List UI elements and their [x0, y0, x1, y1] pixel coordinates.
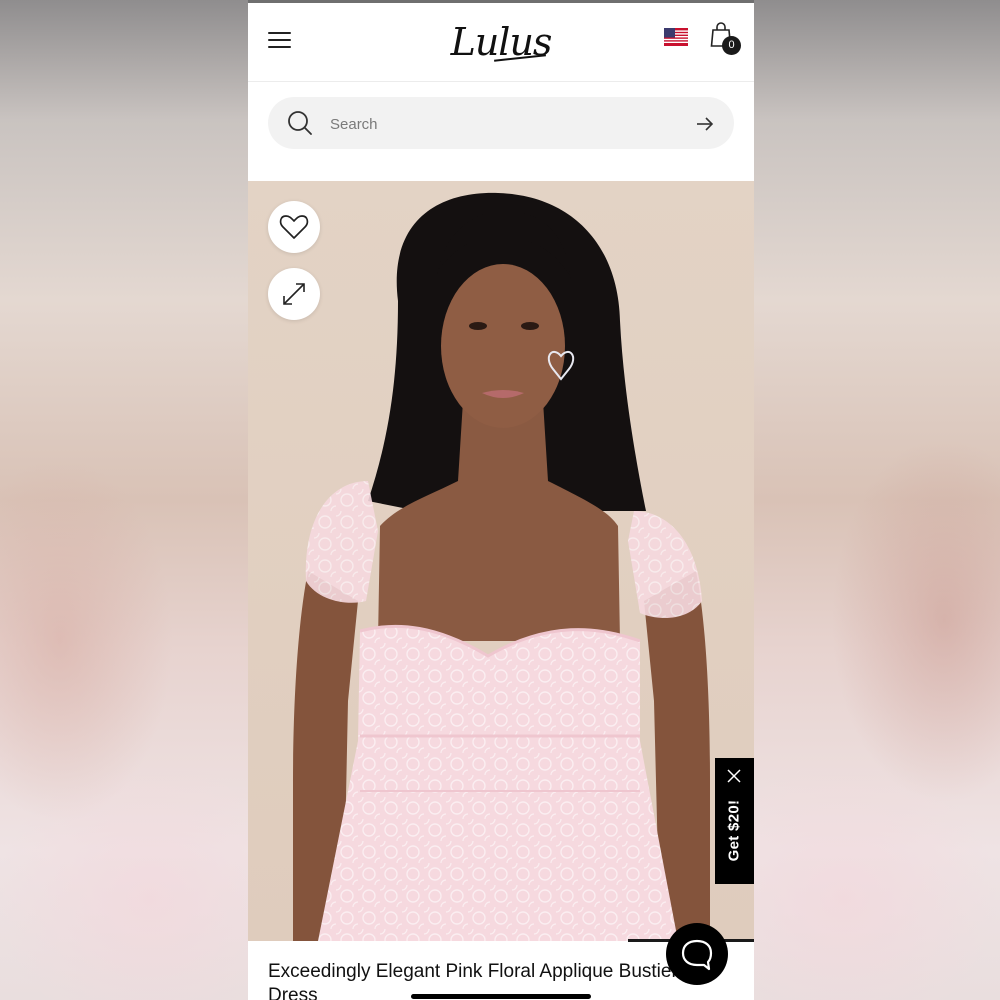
model-photo [293, 192, 710, 941]
site-header: Lulus 0 [248, 3, 754, 82]
search-bar [268, 97, 734, 149]
get-20-promo-tab[interactable]: Get $20! [715, 758, 754, 884]
arrow-right-icon[interactable] [694, 113, 716, 135]
product-image[interactable]: Get $20! [248, 181, 754, 941]
promo-label: Get $20! [725, 799, 743, 862]
home-indicator [411, 994, 591, 999]
shopping-bag-button[interactable]: 0 [708, 21, 742, 57]
expand-image-button[interactable] [268, 268, 320, 320]
us-flag-icon[interactable] [664, 28, 688, 46]
hamburger-menu-icon[interactable] [268, 30, 292, 50]
heart-icon [279, 215, 309, 239]
blurred-background-right [754, 0, 1000, 1000]
phone-screen: Lulus 0 Search Get $20! Exceedingly Eleg… [248, 0, 754, 1000]
cart-count-badge: 0 [722, 36, 741, 55]
chat-bubble-icon [681, 939, 713, 971]
search-icon [288, 111, 312, 135]
wishlist-button[interactable] [268, 201, 320, 253]
expand-icon [283, 283, 305, 305]
chat-button[interactable] [666, 923, 728, 985]
search-input[interactable] [328, 107, 672, 141]
blurred-background-left [0, 0, 248, 1000]
